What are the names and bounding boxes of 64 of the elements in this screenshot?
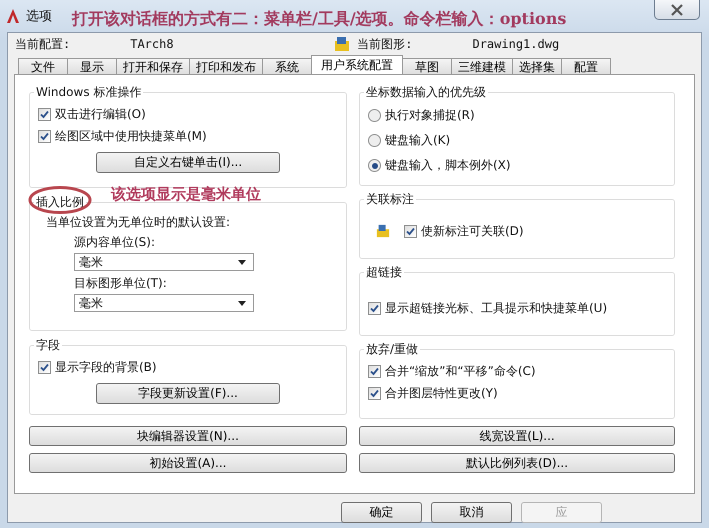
checkbox[interactable] <box>368 386 381 400</box>
settings-button[interactable]: 默认比例列表(D)... <box>359 453 675 473</box>
settings-button[interactable]: 字段更新设置(F)... <box>96 382 280 404</box>
group-title: 坐标数据输入的优先级 <box>365 84 487 101</box>
radio-button[interactable] <box>368 109 381 122</box>
checkbox-label: 使新标注可关联(D) <box>421 222 524 240</box>
checkbox-label: 双击进行编辑(O) <box>55 106 146 122</box>
highlight-ellipse <box>27 185 93 215</box>
close-button[interactable] <box>654 0 700 20</box>
settings-button[interactable]: 块编辑器设置(N)... <box>29 426 347 446</box>
tab[interactable]: 系统 <box>262 58 312 74</box>
profile-value: TArch8 <box>130 37 175 51</box>
tab[interactable]: 三维建模 <box>451 58 513 74</box>
group-title: 字段 <box>35 337 61 354</box>
dialog-button[interactable]: 确定 <box>341 502 422 523</box>
field-label: 源内容单位(S): <box>74 234 156 251</box>
tab[interactable]: 文件 <box>18 58 68 74</box>
radio-button[interactable] <box>368 159 381 172</box>
checkbox-label: 显示超链接光标、工具提示和快捷菜单(U) <box>385 300 608 316</box>
group-title: 插入比例 <box>35 194 85 211</box>
group-title: Windows 标准操作 <box>35 84 142 101</box>
radio-button[interactable] <box>368 134 381 147</box>
unit-dropdown[interactable]: 毫米 <box>74 253 254 271</box>
settings-button[interactable]: 初始设置(A)... <box>29 453 347 473</box>
settings-button[interactable]: 线宽设置(L)... <box>359 426 675 446</box>
close-icon <box>670 4 684 16</box>
unit-dropdown[interactable]: 毫米 <box>74 294 254 312</box>
checkbox[interactable] <box>38 108 51 120</box>
annotation-text: 打开该对话框的方式有二：菜单栏/工具/选项。命令栏输入：options <box>72 8 566 30</box>
group-title: 关联标注 <box>365 191 415 208</box>
checkbox[interactable] <box>404 224 417 238</box>
tab[interactable]: 打开和保存 <box>116 58 190 74</box>
checkbox-label: 显示字段的背景(B) <box>55 358 157 376</box>
field-label: 目标图形单位(T): <box>74 275 168 292</box>
drawing-icon <box>334 36 350 52</box>
checkbox[interactable] <box>368 302 381 314</box>
tab[interactable]: 选择集 <box>512 58 562 74</box>
tab[interactable]: 草图 <box>402 58 452 74</box>
checkbox[interactable] <box>38 360 51 374</box>
tab[interactable]: 配置 <box>561 58 611 74</box>
checkbox[interactable] <box>38 130 51 142</box>
drawing-value: Drawing1.dwg <box>472 37 560 51</box>
tab[interactable]: 显示 <box>67 58 117 74</box>
radio-label: 执行对象捕捉(R) <box>385 107 475 124</box>
settings-button[interactable]: 自定义右键单击(I)... <box>96 152 280 172</box>
dialog-button[interactable]: 取消 <box>431 502 512 523</box>
checkbox-label: 合并“缩放”和“平移”命令(C) <box>385 362 536 380</box>
checkbox[interactable] <box>368 364 381 378</box>
app-logo-icon <box>5 8 21 24</box>
checkbox-label: 合并图层特性更改(Y) <box>385 384 498 402</box>
annotation-text: 该选项显示是毫米单位 <box>111 185 261 204</box>
group-title: 超链接 <box>365 264 403 281</box>
drawing-label: 当前图形: <box>357 36 412 52</box>
group-title: 放弃/重做 <box>365 341 420 358</box>
description-text: 当单位设置为无单位时的默认设置: <box>46 214 230 230</box>
radio-label: 键盘输入(K) <box>385 132 450 149</box>
radio-label: 键盘输入，脚本例外(X) <box>385 157 511 174</box>
caret-icon <box>238 260 246 264</box>
tab[interactable]: 打印和发布 <box>189 58 263 74</box>
checkbox-label: 绘图区域中使用快捷菜单(M) <box>55 128 207 144</box>
caret-icon <box>238 300 246 306</box>
profile-label: 当前配置: <box>15 36 70 52</box>
tab[interactable]: 用户系统配置 <box>311 55 403 74</box>
window-title: 选项 <box>26 8 52 25</box>
